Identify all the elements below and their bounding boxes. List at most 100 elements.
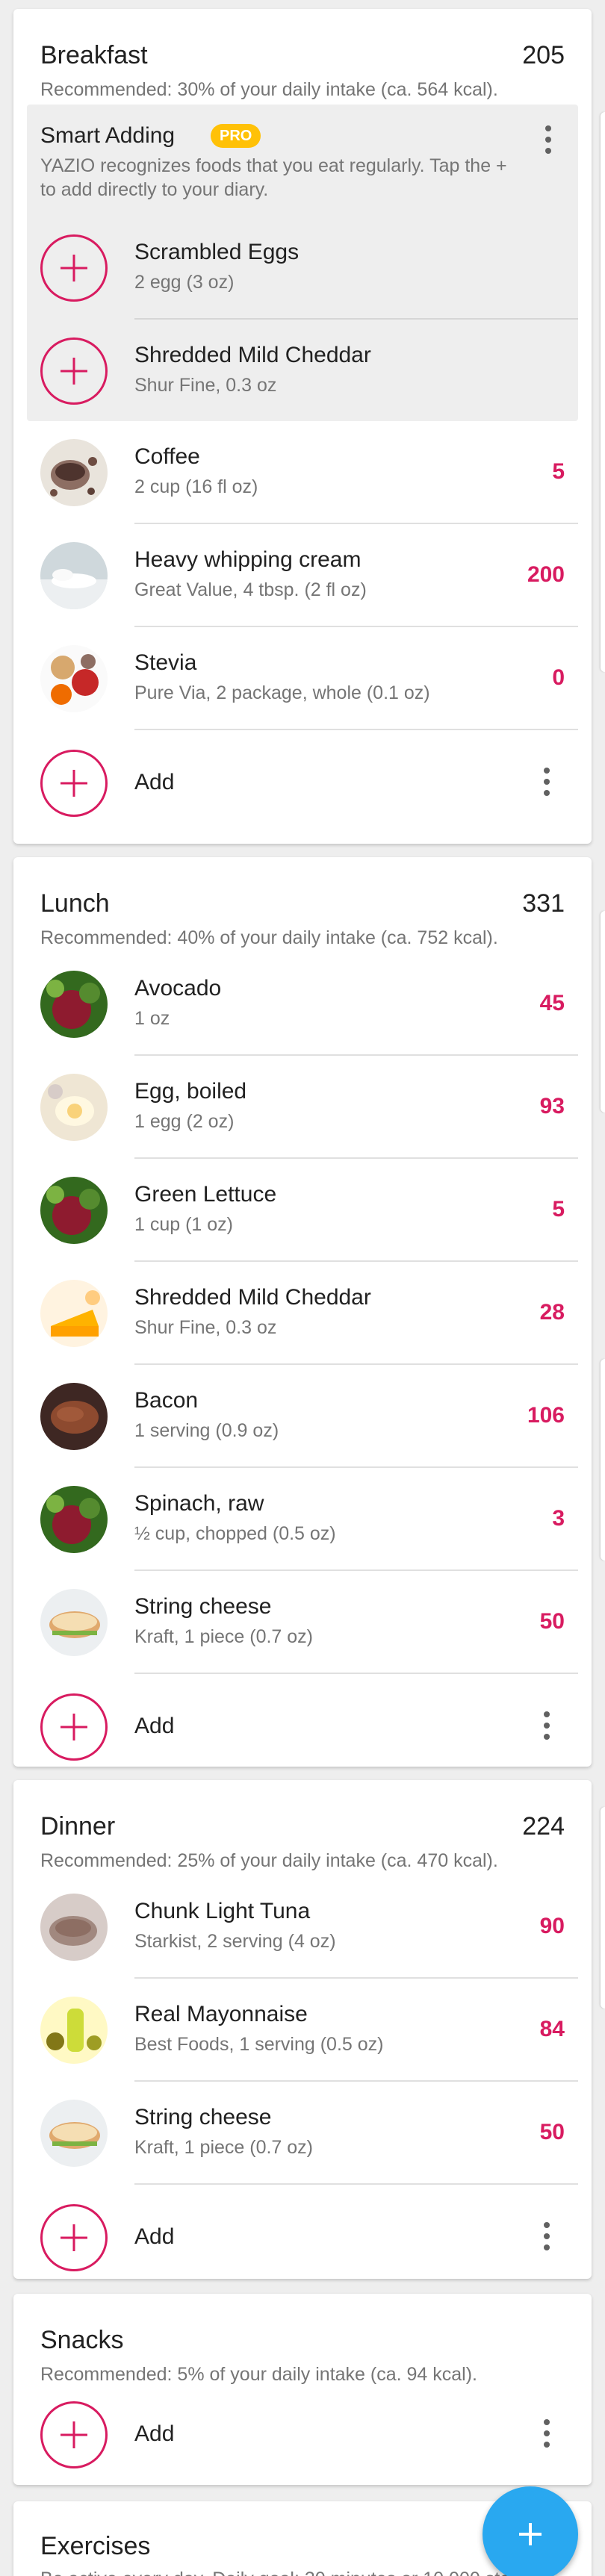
food-row[interactable]: Heavy whipping cream Great Value, 4 tbsp… bbox=[13, 524, 592, 627]
food-kcal: 5 bbox=[552, 1197, 565, 1222]
food-serving: 2 cup (16 fl oz) bbox=[134, 476, 258, 497]
food-row[interactable]: String cheese Kraft, 1 piece (0.7 oz) 50 bbox=[13, 1571, 592, 1674]
food-serving: 1 egg (2 oz) bbox=[134, 1111, 235, 1132]
add-food-row[interactable]: Add bbox=[13, 2185, 592, 2279]
egg-photo bbox=[40, 1074, 108, 1141]
food-name: Shredded Mild Cheddar bbox=[134, 343, 371, 367]
food-name: Avocado bbox=[134, 976, 222, 1001]
food-row[interactable]: Egg, boiled 1 egg (2 oz) 93 bbox=[13, 1056, 592, 1159]
food-row[interactable]: Avocado 1 oz 45 bbox=[13, 953, 592, 1056]
side-page-edge bbox=[601, 112, 605, 672]
food-row[interactable]: Coffee 2 cup (16 fl oz) 5 bbox=[13, 421, 592, 524]
food-name: Chunk Light Tuna bbox=[134, 1899, 311, 1923]
meal-title: Breakfast bbox=[40, 41, 148, 69]
smart-suggestion-row: Shredded Mild Cheddar Shur Fine, 0.3 oz bbox=[27, 320, 578, 423]
food-serving: 1 serving (0.9 oz) bbox=[134, 1420, 279, 1441]
add-icon[interactable] bbox=[40, 750, 108, 817]
food-serving: 1 cup (1 oz) bbox=[134, 1214, 234, 1235]
lunch-header[interactable]: Lunch 331 Recommended: 40% of your daily… bbox=[13, 857, 592, 953]
meal-recommendation: Recommended: 30% of your daily intake (c… bbox=[40, 79, 498, 100]
food-kcal: 28 bbox=[539, 1300, 565, 1325]
food-name: Heavy whipping cream bbox=[134, 547, 362, 572]
smart-suggestion-row: Scrambled Eggs 2 egg (3 oz) bbox=[27, 217, 578, 320]
breakfast-card: Breakfast 205 Recommended: 30% of your d… bbox=[13, 9, 592, 844]
food-kcal: 0 bbox=[552, 665, 565, 690]
smart-adding-title: Smart Adding bbox=[40, 123, 176, 148]
add-label: Add bbox=[134, 2224, 175, 2249]
food-serving: Shur Fine, 0.3 oz bbox=[134, 375, 277, 396]
food-serving: Kraft, 1 piece (0.7 oz) bbox=[134, 1626, 314, 1647]
more-options-icon[interactable] bbox=[544, 125, 553, 157]
food-serving: Pure Via, 2 package, whole (0.1 oz) bbox=[134, 682, 430, 703]
stevia-photo bbox=[40, 645, 108, 712]
meal-kcal: 224 bbox=[522, 1812, 565, 1841]
quick-add-icon[interactable] bbox=[40, 337, 108, 405]
food-kcal: 200 bbox=[527, 562, 565, 587]
food-row[interactable]: Real Mayonnaise Best Foods, 1 serving (0… bbox=[13, 1979, 592, 2082]
dinner-card: Dinner 224 Recommended: 25% of your dail… bbox=[13, 1780, 592, 2279]
lunch-card: Lunch 331 Recommended: 40% of your daily… bbox=[13, 857, 592, 1767]
food-name: Stevia bbox=[134, 650, 197, 675]
food-row[interactable]: Chunk Light Tuna Starkist, 2 serving (4 … bbox=[13, 1876, 592, 1979]
food-row[interactable]: Bacon 1 serving (0.9 oz) 106 bbox=[13, 1365, 592, 1468]
oil-photo bbox=[40, 1997, 108, 2064]
exercises-description: Be active every day. Daily goal: 30 minu… bbox=[40, 2567, 535, 2576]
side-page-edge bbox=[601, 1359, 605, 1561]
food-row[interactable]: Green Lettuce 1 cup (1 oz) 5 bbox=[13, 1159, 592, 1262]
meat-photo bbox=[40, 1383, 108, 1450]
add-food-row[interactable]: Add bbox=[13, 730, 592, 836]
food-row[interactable]: Stevia Pure Via, 2 package, whole (0.1 o… bbox=[13, 627, 592, 730]
food-name: Green Lettuce bbox=[134, 1182, 277, 1207]
snacks-card: Snacks Recommended: 5% of your daily int… bbox=[13, 2294, 592, 2485]
food-name: Bacon bbox=[134, 1388, 199, 1413]
meal-recommendation: Recommended: 25% of your daily intake (c… bbox=[40, 1850, 498, 1871]
meal-kcal: 205 bbox=[522, 41, 565, 69]
food-name: Real Mayonnaise bbox=[134, 2002, 308, 2026]
meal-title: Lunch bbox=[40, 889, 110, 918]
floating-add-button[interactable] bbox=[483, 2486, 578, 2576]
side-page-edge bbox=[601, 1807, 605, 2009]
vegetables-photo bbox=[40, 1177, 108, 1244]
food-row[interactable]: Spinach, raw ½ cup, chopped (0.5 oz) 3 bbox=[13, 1468, 592, 1571]
dinner-header[interactable]: Dinner 224 Recommended: 25% of your dail… bbox=[13, 1780, 592, 1876]
add-icon[interactable] bbox=[40, 1693, 108, 1761]
snacks-header[interactable]: Snacks Recommended: 5% of your daily int… bbox=[13, 2294, 592, 2389]
sandwich-photo bbox=[40, 1589, 108, 1656]
vegetables-photo bbox=[40, 1486, 108, 1553]
exercises-title: Exercises bbox=[40, 2532, 151, 2560]
food-name: String cheese bbox=[134, 1594, 272, 1619]
add-icon[interactable] bbox=[40, 2204, 108, 2271]
smart-adding-description: YAZIO recognizes foods that you eat regu… bbox=[40, 155, 507, 200]
food-kcal: 84 bbox=[539, 2017, 565, 2041]
meal-title: Dinner bbox=[40, 1812, 116, 1841]
food-name: Egg, boiled bbox=[134, 1079, 247, 1104]
bread-photo bbox=[40, 1894, 108, 1961]
quick-add-icon[interactable] bbox=[40, 234, 108, 302]
food-row[interactable]: String cheese Kraft, 1 piece (0.7 oz) 50 bbox=[13, 2082, 592, 2185]
add-label: Add bbox=[134, 1714, 175, 1738]
food-name: Coffee bbox=[134, 444, 200, 469]
smart-adding-panel: Smart Adding PRO YAZIO recognizes foods … bbox=[27, 105, 578, 421]
food-serving: 1 oz bbox=[134, 1008, 170, 1029]
food-row[interactable]: Shredded Mild Cheddar Shur Fine, 0.3 oz … bbox=[13, 1262, 592, 1365]
more-options-icon[interactable] bbox=[542, 768, 551, 799]
food-serving: ½ cup, chopped (0.5 oz) bbox=[134, 1523, 336, 1544]
food-name: String cheese bbox=[134, 2105, 272, 2129]
food-kcal: 93 bbox=[539, 1094, 565, 1119]
breakfast-header[interactable]: Breakfast 205 Recommended: 30% of your d… bbox=[13, 9, 592, 105]
food-serving: 2 egg (3 oz) bbox=[134, 272, 235, 293]
pro-badge: PRO bbox=[211, 124, 261, 148]
coffee-photo bbox=[40, 439, 108, 506]
more-options-icon[interactable] bbox=[542, 1711, 551, 1743]
cream-photo bbox=[40, 542, 108, 609]
sandwich-photo bbox=[40, 2100, 108, 2167]
add-food-row[interactable]: Add bbox=[13, 2382, 592, 2485]
food-kcal: 50 bbox=[539, 2120, 565, 2144]
food-serving: Kraft, 1 piece (0.7 oz) bbox=[134, 2137, 314, 2158]
add-icon[interactable] bbox=[40, 2401, 108, 2468]
add-food-row[interactable]: Add bbox=[13, 1674, 592, 1767]
more-options-icon[interactable] bbox=[542, 2222, 551, 2253]
add-label: Add bbox=[134, 2421, 175, 2446]
more-options-icon[interactable] bbox=[542, 2419, 551, 2451]
food-name: Spinach, raw bbox=[134, 1491, 264, 1516]
